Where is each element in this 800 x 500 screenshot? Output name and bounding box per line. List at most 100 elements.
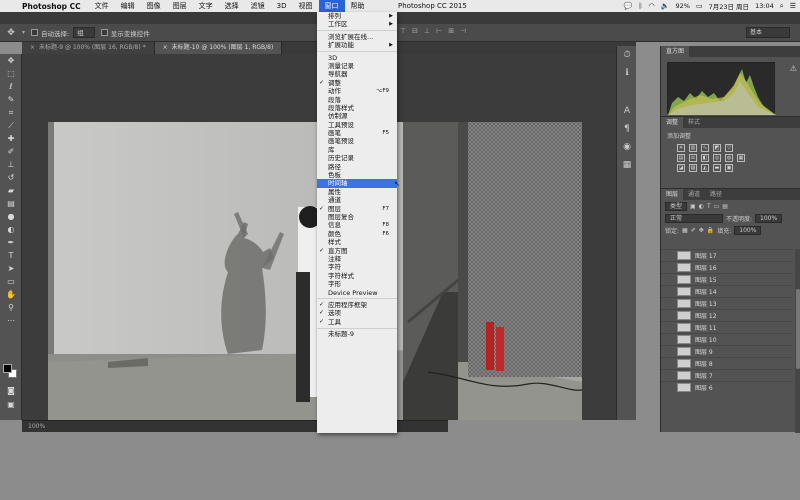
layer-kind-filter[interactable]: 类型 [665,201,688,211]
layer-row[interactable]: 图层 9 [661,345,793,357]
window-menu-item[interactable]: 导航器 [317,70,397,78]
hand-tool-icon[interactable]: ✋ [0,288,22,301]
menu-type[interactable]: 文字 [193,0,219,12]
brush-tool-icon[interactable]: ✐ [0,145,22,158]
align-center-icon[interactable]: ⊞ [448,27,454,35]
window-menu-item[interactable]: 浏览扩展在线... [317,33,397,41]
brightness-icon[interactable]: ☀ [677,144,685,152]
quick-mask-icon[interactable]: ◙ [0,384,22,397]
window-menu-item[interactable]: 工具预设 [317,121,397,129]
window-menu-item[interactable]: 颜色 F6 [317,230,397,238]
filter-shape-icon[interactable]: ▭ [714,203,720,210]
libraries-panel-icon[interactable]: ▦ [617,156,637,174]
layer-row[interactable]: 图层 12 [661,309,793,321]
blur-tool-icon[interactable]: ● [0,210,22,223]
fill-input[interactable]: 100% [734,225,762,235]
lock-position-icon[interactable]: ✥ [699,227,704,234]
filter-type-icon[interactable]: T [707,203,711,210]
lasso-tool-icon[interactable]: ℓ [0,80,22,93]
auto-select-checkbox[interactable] [31,29,39,36]
layer-row[interactable]: 图层 17 [661,249,793,261]
posterize-icon[interactable]: ▨ [689,164,697,172]
eyedropper-tool-icon[interactable]: ⟋ [0,119,22,132]
selective-color-icon[interactable]: ▣ [725,164,733,172]
zoom-tool-icon[interactable]: ⚲ [0,301,22,314]
window-menu-item[interactable]: 字形 [317,280,397,288]
window-menu-item[interactable]: 字符 [317,263,397,271]
tab-histogram[interactable]: 直方图 [661,46,690,57]
blend-mode-dropdown[interactable]: 正常 [665,213,723,223]
clone-stamp-icon[interactable]: ⊥ [0,158,22,171]
window-menu-item[interactable]: ✓ 选项 [317,309,397,317]
layer-row[interactable]: 图层 16 [661,261,793,273]
layer-row[interactable]: 图层 15 [661,273,793,285]
layer-row[interactable]: 图层 8 [661,357,793,369]
type-tool-icon[interactable]: T [0,249,22,262]
window-menu-item[interactable]: 扩展功能 ▶ [317,41,397,49]
path-select-tool-icon[interactable]: ➤ [0,262,22,275]
move-tool-icon[interactable]: ✥ [0,28,22,38]
paragraph-panel-icon[interactable]: ¶ [617,120,637,138]
zoom-level[interactable]: 100% [28,423,45,430]
tab-channels[interactable]: 通道 [683,189,705,200]
window-menu-item[interactable]: 样式 [317,238,397,246]
close-icon[interactable]: × [30,44,35,51]
warning-icon[interactable]: ⚠ [790,64,797,73]
hue-saturation-icon[interactable]: ▤ [677,154,685,162]
lock-pixels-icon[interactable]: ▦ [682,227,688,234]
layer-row[interactable]: 图层 7 [661,369,793,381]
window-menu-item[interactable]: 属性 [317,188,397,196]
align-top-icon[interactable]: ⊤ [400,27,406,35]
workspace-switcher[interactable]: 基本 [746,27,790,38]
more-tools-icon[interactable]: ⋯ [0,314,22,327]
character-panel-icon[interactable]: A [617,102,637,120]
wechat-icon[interactable]: 💬 [624,2,633,10]
menu-edit[interactable]: 编辑 [115,0,141,12]
exposure-icon[interactable]: ◩ [713,144,721,152]
filter-adjust-icon[interactable]: ◐ [699,203,704,210]
history-brush-icon[interactable]: ↺ [0,171,22,184]
window-menu-item[interactable]: 库 [317,146,397,154]
app-name[interactable]: Photoshop CC [18,2,89,11]
align-right-icon[interactable]: ⊣ [460,27,466,35]
vibrance-icon[interactable]: ▽ [725,144,733,152]
auto-select-dropdown[interactable]: 组 [73,27,95,38]
levels-icon[interactable]: ▥ [689,144,697,152]
history-panel-icon[interactable]: ⏱ [617,46,637,64]
window-menu-item[interactable]: 历史记录 [317,154,397,162]
doc-tab-untitled-10[interactable]: × 未标题-10 @ 100% (图层 1, RGB/8) [154,42,283,54]
window-menu-item[interactable]: 字符样式 [317,272,397,280]
window-menu-item[interactable]: ✓ 调整 [317,79,397,87]
info-panel-icon[interactable]: ℹ [617,64,637,82]
list-icon[interactable]: ☰ [790,2,796,10]
move-tool-icon[interactable]: ✥ [0,54,22,67]
align-left-icon[interactable]: ⊢ [436,27,442,35]
quick-select-tool-icon[interactable]: ✎ [0,93,22,106]
window-menu-item[interactable]: 段落 [317,96,397,104]
window-menu-item[interactable]: 未标题-9 [317,330,397,338]
layer-row[interactable]: 图层 11 [661,321,793,333]
tab-styles[interactable]: 样式 [683,117,705,128]
healing-brush-icon[interactable]: ✚ [0,132,22,145]
menu-file[interactable]: 文件 [89,0,115,12]
rectangle-tool-icon[interactable]: ▭ [0,275,22,288]
navigator-panel-icon[interactable]: ◉ [617,138,637,156]
gradient-tool-icon[interactable]: ▤ [0,197,22,210]
doc-tab-untitled-9[interactable]: × 未标题-9 @ 100% (图层 16, RGB/8) * [22,42,155,54]
menu-3d[interactable]: 3D [271,0,293,12]
layer-row[interactable]: 图层 6 [661,381,793,393]
threshold-icon[interactable]: ◭ [701,164,709,172]
align-middle-icon[interactable]: ⊟ [412,27,418,35]
window-menu-item[interactable]: ✓ 图层 F7 [317,205,397,213]
foreground-color-swatch[interactable] [3,364,12,373]
pen-tool-icon[interactable]: ✒ [0,236,22,249]
layers-scrollbar[interactable] [795,249,800,433]
bluetooth-icon[interactable]: ᛒ [638,2,642,10]
filter-smart-icon[interactable]: ▤ [722,203,728,210]
tab-paths[interactable]: 路径 [705,189,727,200]
window-menu-item[interactable]: 信息 F8 [317,221,397,229]
window-menu-item[interactable]: Device Preview [317,289,397,297]
screen-mode-icon[interactable]: ▣ [0,398,22,411]
curves-icon[interactable]: ∿ [701,144,709,152]
dodge-tool-icon[interactable]: ◐ [0,223,22,236]
